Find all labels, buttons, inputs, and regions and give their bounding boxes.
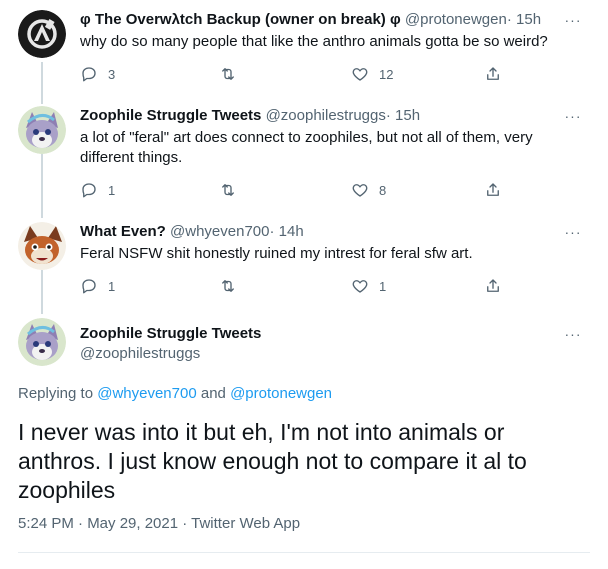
- mention-link[interactable]: @protonewgen: [230, 385, 332, 402]
- focused-tweet: Zoophile Struggle Tweets @zoophilestrugg…: [0, 0, 608, 569]
- more-options-icon[interactable]: ···: [564, 327, 582, 347]
- cartoon-wolf-avatar[interactable]: [18, 318, 66, 366]
- author-handle[interactable]: @zoophilestruggs: [80, 344, 200, 364]
- tweet-thread: φ The Overwλtch Backup (owner on break) …: [0, 0, 608, 569]
- tweet-timestamp[interactable]: 5:24 PM · May 29, 2021 · Twitter Web App: [18, 514, 300, 534]
- tweet-text: I never was into it but eh, I'm not into…: [18, 419, 527, 503]
- replying-prefix: Replying to: [18, 385, 94, 402]
- replying-to: Replying to @whyeven700 and @protonewgen: [18, 384, 332, 404]
- divider: [18, 552, 590, 553]
- replying-and: and: [200, 385, 226, 402]
- author-name[interactable]: Zoophile Struggle Tweets: [80, 324, 261, 344]
- mention-link[interactable]: @whyeven700: [97, 385, 196, 402]
